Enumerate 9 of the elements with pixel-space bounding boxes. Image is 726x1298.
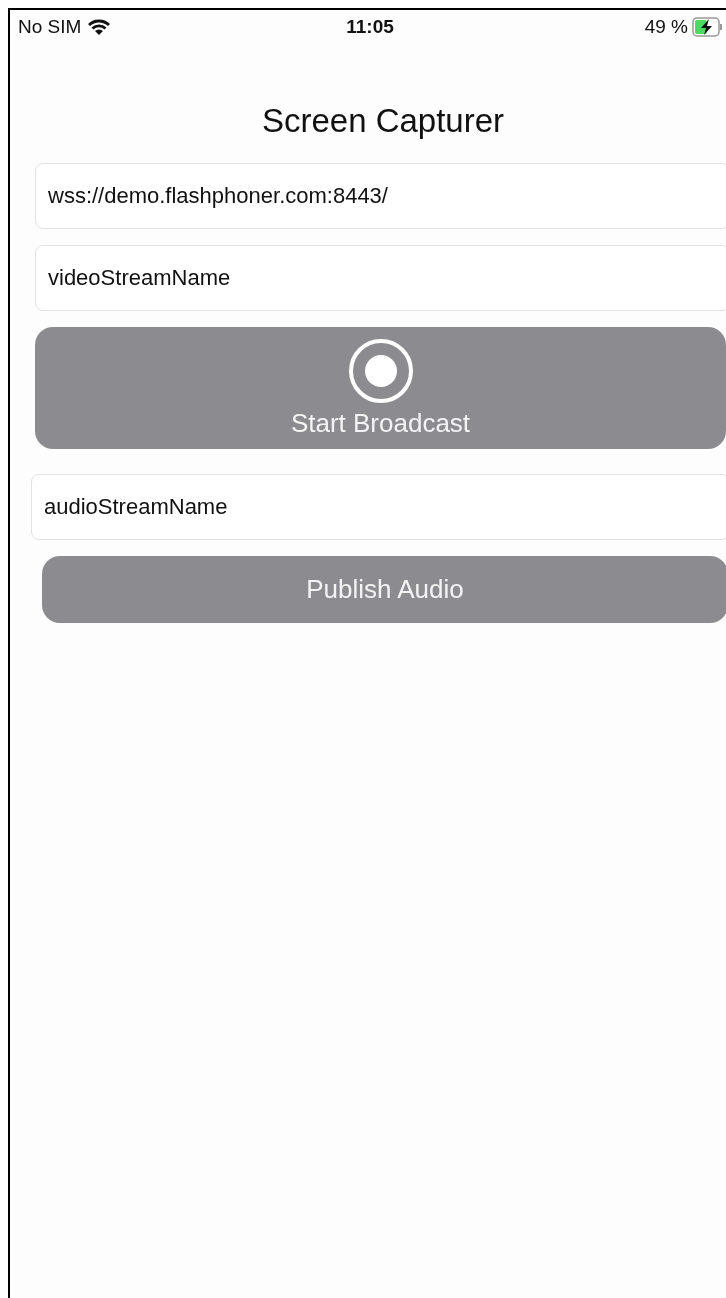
carrier-label: No SIM [18,16,82,38]
wifi-icon [87,18,112,36]
video-stream-field[interactable]: videoStreamName [35,245,726,311]
server-url-field[interactable]: wss://demo.flashphoner.com:8443/ [35,163,726,229]
battery-percentage: 49 % [644,16,688,38]
audio-stream-field[interactable]: audioStreamName [31,474,726,540]
screen-title: Screen Capturer [260,102,505,140]
record-icon [347,337,414,404]
clock: 11:05 [346,16,394,38]
